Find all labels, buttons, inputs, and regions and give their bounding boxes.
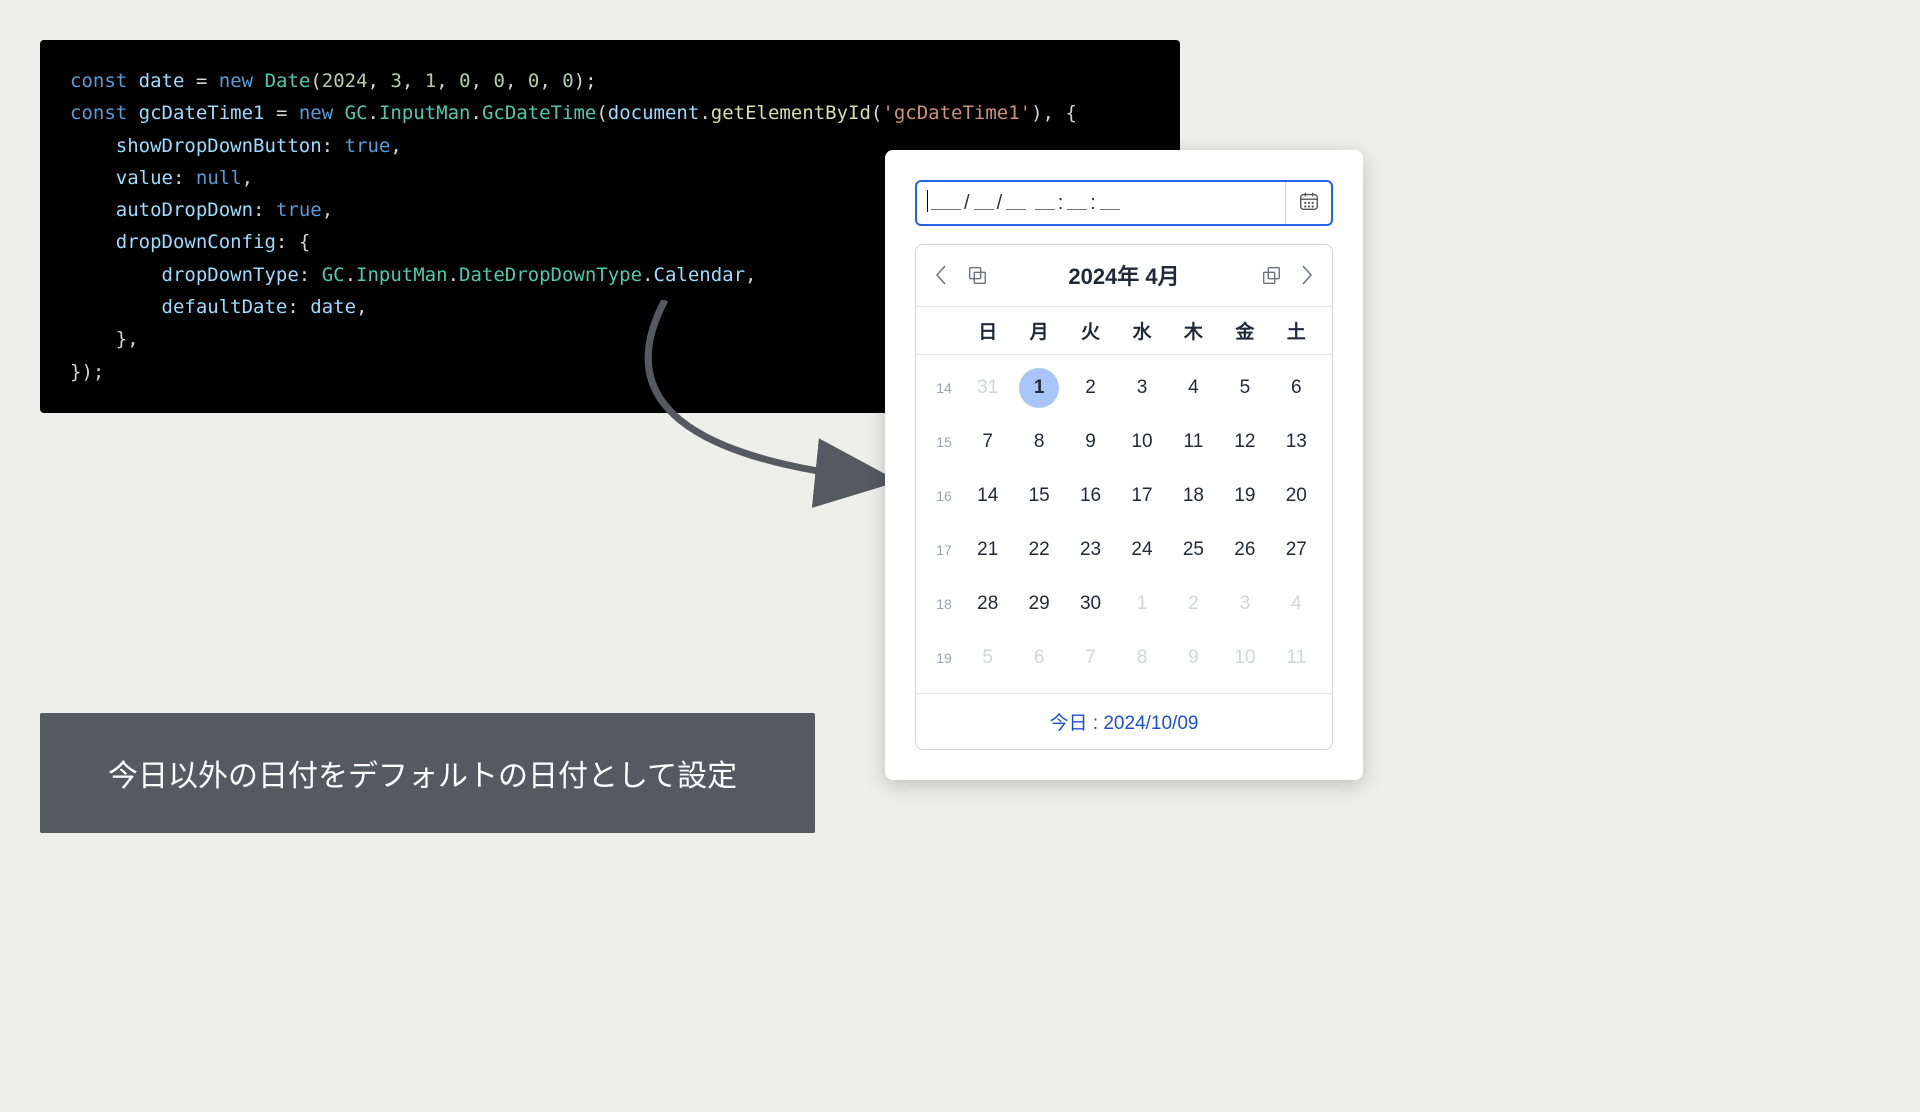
calendar-day[interactable]: 6: [1271, 368, 1322, 408]
calendar-day[interactable]: 4: [1271, 584, 1322, 624]
calendar-day[interactable]: 29: [1013, 584, 1064, 624]
calendar-day[interactable]: 4: [1168, 368, 1219, 408]
calendar-day[interactable]: 19: [1219, 476, 1270, 516]
calendar-day[interactable]: 24: [1116, 530, 1167, 570]
calendar-day[interactable]: 27: [1271, 530, 1322, 570]
calendar-day[interactable]: 31: [962, 368, 1013, 408]
calendar-day[interactable]: 2: [1168, 584, 1219, 624]
calendar-header: 2024年 4月: [916, 245, 1332, 306]
calendar-row: 1721222324252627: [926, 523, 1322, 577]
calendar-weekdays: 日 月 火 水 木 金 土: [916, 306, 1332, 355]
calendar-day[interactable]: 8: [1116, 638, 1167, 678]
today-link[interactable]: 今日 : 2024/10/09: [916, 693, 1332, 749]
calendar-row: 19567891011: [926, 631, 1322, 685]
week-number: 18: [926, 596, 962, 612]
weekday-fri: 金: [1219, 317, 1270, 344]
weekday-wed: 水: [1116, 317, 1167, 344]
calendar-grid: 1431123456157891011121316141516171819201…: [916, 355, 1332, 693]
calendar-row: 1578910111213: [926, 415, 1322, 469]
calendar-day[interactable]: 1: [1116, 584, 1167, 624]
calendar-dropdown: 2024年 4月 日 月 火 水 木 金 土: [915, 244, 1333, 750]
week-number: 19: [926, 650, 962, 666]
next-month-button[interactable]: [1300, 264, 1314, 286]
calendar-day[interactable]: 8: [1013, 422, 1064, 462]
calendar-day[interactable]: 2: [1065, 368, 1116, 408]
calendar-day[interactable]: 13: [1271, 422, 1322, 462]
calendar-title[interactable]: 2024年 4月: [1068, 259, 1179, 291]
dropdown-button[interactable]: [1285, 182, 1331, 224]
calendar-day[interactable]: 22: [1013, 530, 1064, 570]
calendar-day[interactable]: 1: [1019, 368, 1059, 408]
calendar-day[interactable]: 11: [1168, 422, 1219, 462]
calendar-icon: [1298, 190, 1320, 217]
calendar-day[interactable]: 16: [1065, 476, 1116, 516]
calendar-day[interactable]: 3: [1116, 368, 1167, 408]
calendar-day[interactable]: 10: [1219, 638, 1270, 678]
caption-text: 今日以外の日付をデフォルトの日付として設定: [108, 760, 737, 793]
calendar-day[interactable]: 28: [962, 584, 1013, 624]
calendar-day[interactable]: 7: [962, 422, 1013, 462]
calendar-row: 1614151617181920: [926, 469, 1322, 523]
calendar-day[interactable]: 5: [1219, 368, 1270, 408]
calendar-day[interactable]: 10: [1116, 422, 1167, 462]
caption-box: 今日以外の日付をデフォルトの日付として設定: [40, 713, 815, 833]
week-number: 14: [926, 380, 962, 396]
week-number: 15: [926, 434, 962, 450]
calendar-day[interactable]: 7: [1065, 638, 1116, 678]
calendar-day[interactable]: 17: [1116, 476, 1167, 516]
calendar-day[interactable]: 14: [962, 476, 1013, 516]
calendar-day[interactable]: 6: [1013, 638, 1064, 678]
calendar-day[interactable]: 5: [962, 638, 1013, 678]
calendar-day[interactable]: 21: [962, 530, 1013, 570]
calendar-day[interactable]: 25: [1168, 530, 1219, 570]
calendar-day[interactable]: 9: [1065, 422, 1116, 462]
weekday-mon: 月: [1013, 317, 1064, 344]
copy-back-icon[interactable]: [966, 264, 988, 286]
prev-month-button[interactable]: [934, 264, 948, 286]
date-input[interactable]: // ::: [915, 180, 1333, 226]
calendar-day[interactable]: 30: [1065, 584, 1116, 624]
weekday-sun: 日: [962, 317, 1013, 344]
weekday-tue: 火: [1065, 317, 1116, 344]
weekday-sat: 土: [1271, 317, 1322, 344]
calendar-row: 182829301234: [926, 577, 1322, 631]
calendar-day[interactable]: 9: [1168, 638, 1219, 678]
week-number: 16: [926, 488, 962, 504]
calendar-day[interactable]: 3: [1219, 584, 1270, 624]
calendar-day[interactable]: 15: [1013, 476, 1064, 516]
calendar-panel: // ::: [885, 150, 1363, 780]
calendar-day[interactable]: 26: [1219, 530, 1270, 570]
weekday-thu: 木: [1168, 317, 1219, 344]
calendar-row: 1431123456: [926, 361, 1322, 415]
copy-forward-icon[interactable]: [1260, 264, 1282, 286]
calendar-day[interactable]: 20: [1271, 476, 1322, 516]
calendar-day[interactable]: 12: [1219, 422, 1270, 462]
week-number: 17: [926, 542, 962, 558]
calendar-day[interactable]: 11: [1271, 638, 1322, 678]
calendar-day[interactable]: 23: [1065, 530, 1116, 570]
calendar-day[interactable]: 18: [1168, 476, 1219, 516]
date-input-mask: // ::: [927, 192, 1285, 215]
